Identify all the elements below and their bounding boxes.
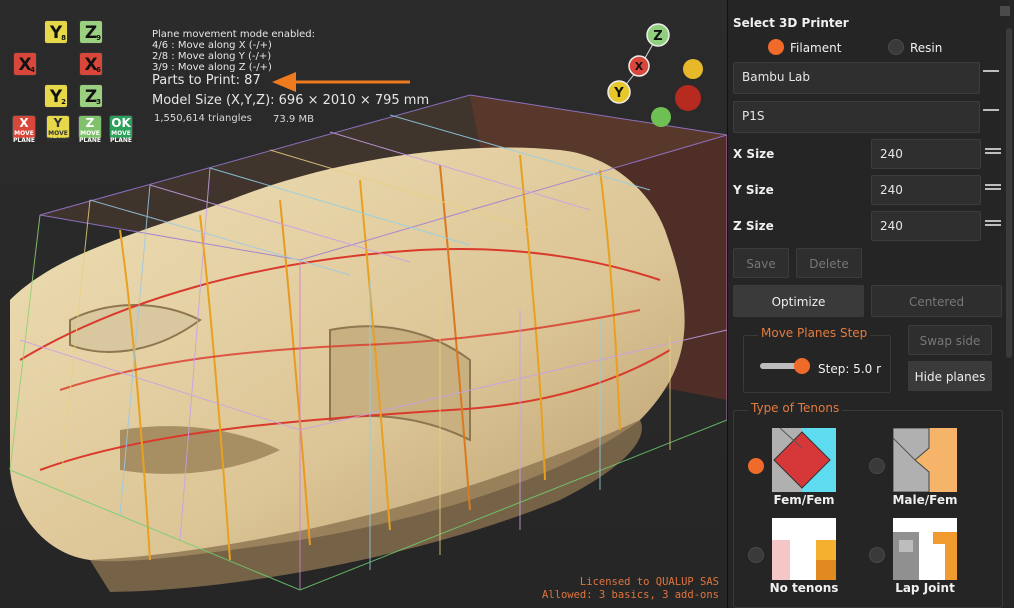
centered-button[interactable]: Centered bbox=[871, 285, 1002, 317]
panel-scrollbar[interactable] bbox=[1006, 28, 1012, 358]
mode-line-y: 2/8 : Move along Y (-/+) bbox=[152, 51, 272, 62]
swap-side-button[interactable]: Swap side bbox=[908, 325, 992, 355]
mode-title: Plane movement mode enabled: bbox=[152, 29, 316, 40]
delete-button[interactable]: Delete bbox=[796, 248, 862, 278]
resin-label: Resin bbox=[910, 41, 943, 55]
3d-viewport[interactable]: Z X Y Y8 Z9 X4 X6 Y2 Z3 X MOVE PLANE Y MOV… bbox=[0, 0, 727, 608]
tenon-none-radio[interactable] bbox=[748, 547, 764, 563]
gizmo-x-label: X bbox=[635, 60, 644, 73]
gizmo-yellow-dot bbox=[683, 59, 703, 79]
move-z-plus-button[interactable]: Z9 bbox=[79, 20, 103, 44]
save-button[interactable]: Save bbox=[733, 248, 789, 278]
resin-radio[interactable] bbox=[888, 39, 904, 55]
move-plane-x-button[interactable]: X MOVE PLANE bbox=[12, 115, 36, 144]
tenon-lapjoint-label: Lap Joint bbox=[895, 581, 955, 595]
mode-line-x: 4/6 : Move along X (-/+) bbox=[152, 40, 272, 51]
move-z-minus-button[interactable]: Z3 bbox=[79, 84, 103, 108]
triangle-count: 1,550,614 triangles bbox=[154, 113, 252, 124]
license-info: Licensed to QUALUP SAS Allowed: 3 basics… bbox=[542, 576, 719, 602]
tenons-title: Type of Tenons bbox=[748, 401, 843, 415]
x-size-label: X Size bbox=[733, 147, 775, 161]
tenon-femfem-label: Fem/Fem bbox=[773, 493, 835, 507]
move-plane-z-button[interactable]: Z MOVE PLANE bbox=[78, 115, 102, 144]
y-size-input[interactable]: 240 bbox=[871, 175, 981, 205]
memory-usage: 73.9 MB bbox=[273, 114, 314, 125]
z-size-input[interactable]: 240 bbox=[871, 211, 981, 241]
step-value: Step: 5.0 r bbox=[818, 362, 882, 376]
model-scene[interactable]: Z X Y bbox=[0, 0, 727, 608]
move-x-minus-button[interactable]: X4 bbox=[13, 52, 37, 76]
license-line: Licensed to QUALUP SAS bbox=[579, 576, 719, 588]
y-size-menu-icon[interactable] bbox=[985, 184, 1001, 194]
gizmo-y-label: Y bbox=[613, 86, 624, 101]
filament-label: Filament bbox=[790, 41, 842, 55]
settings-panel: Select 3D Printer Filament Resin Bambu L… bbox=[727, 0, 1014, 608]
tenon-malefem-radio[interactable] bbox=[869, 458, 885, 474]
move-plane-ok-button[interactable]: OK MOVE PLANE bbox=[109, 115, 133, 144]
printer-brand-select[interactable]: Bambu Lab bbox=[733, 62, 980, 94]
gizmo-z-label: Z bbox=[653, 29, 662, 44]
allowed-line: Allowed: 3 basics, 3 add-ons bbox=[541, 589, 719, 601]
parts-to-print: Parts to Print: 87 bbox=[152, 73, 261, 88]
gizmo-red-dot bbox=[675, 85, 701, 111]
move-y-plus-button[interactable]: Y8 bbox=[44, 20, 68, 44]
tenon-femfem-image[interactable] bbox=[772, 428, 836, 492]
filament-radio[interactable] bbox=[768, 39, 784, 55]
x-size-menu-icon[interactable] bbox=[985, 148, 1001, 158]
tenon-femfem-radio[interactable] bbox=[748, 458, 764, 474]
model-size: Model Size (X,Y,Z): 696 × 2010 × 795 mm bbox=[152, 93, 430, 108]
printer-section-title: Select 3D Printer bbox=[733, 16, 849, 30]
optimize-button[interactable]: Optimize bbox=[733, 285, 864, 317]
tenon-lapjoint-radio[interactable] bbox=[869, 547, 885, 563]
hide-planes-button[interactable]: Hide planes bbox=[908, 361, 992, 391]
panel-corner bbox=[1000, 6, 1010, 16]
z-size-menu-icon[interactable] bbox=[985, 220, 1001, 230]
move-plane-y-button[interactable]: Y MOVE PLANE bbox=[46, 115, 70, 144]
y-size-label: Y Size bbox=[733, 183, 774, 197]
model-menu-icon[interactable] bbox=[983, 109, 999, 119]
mode-line-z: 3/9 : Move along Z (-/+) bbox=[152, 62, 272, 73]
tenon-none-label: No tenons bbox=[769, 581, 839, 595]
tenon-malefem-label: Male/Fem bbox=[892, 493, 958, 507]
move-x-plus-button[interactable]: X6 bbox=[79, 52, 103, 76]
x-size-input[interactable]: 240 bbox=[871, 139, 981, 169]
step-slider-thumb[interactable] bbox=[794, 358, 810, 374]
brand-menu-icon[interactable] bbox=[983, 70, 999, 80]
tenon-none-image[interactable] bbox=[772, 518, 836, 580]
z-size-label: Z Size bbox=[733, 219, 774, 233]
gizmo-green-dot bbox=[651, 107, 671, 127]
tenon-malefem-image[interactable] bbox=[893, 428, 957, 492]
mode-info: Plane movement mode enabled: 4/6 : Move … bbox=[152, 29, 315, 73]
printer-model-select[interactable]: P1S bbox=[733, 101, 980, 133]
move-planes-title: Move Planes Step bbox=[758, 326, 871, 340]
move-y-minus-button[interactable]: Y2 bbox=[44, 84, 68, 108]
tenon-lapjoint-image[interactable] bbox=[893, 518, 957, 580]
